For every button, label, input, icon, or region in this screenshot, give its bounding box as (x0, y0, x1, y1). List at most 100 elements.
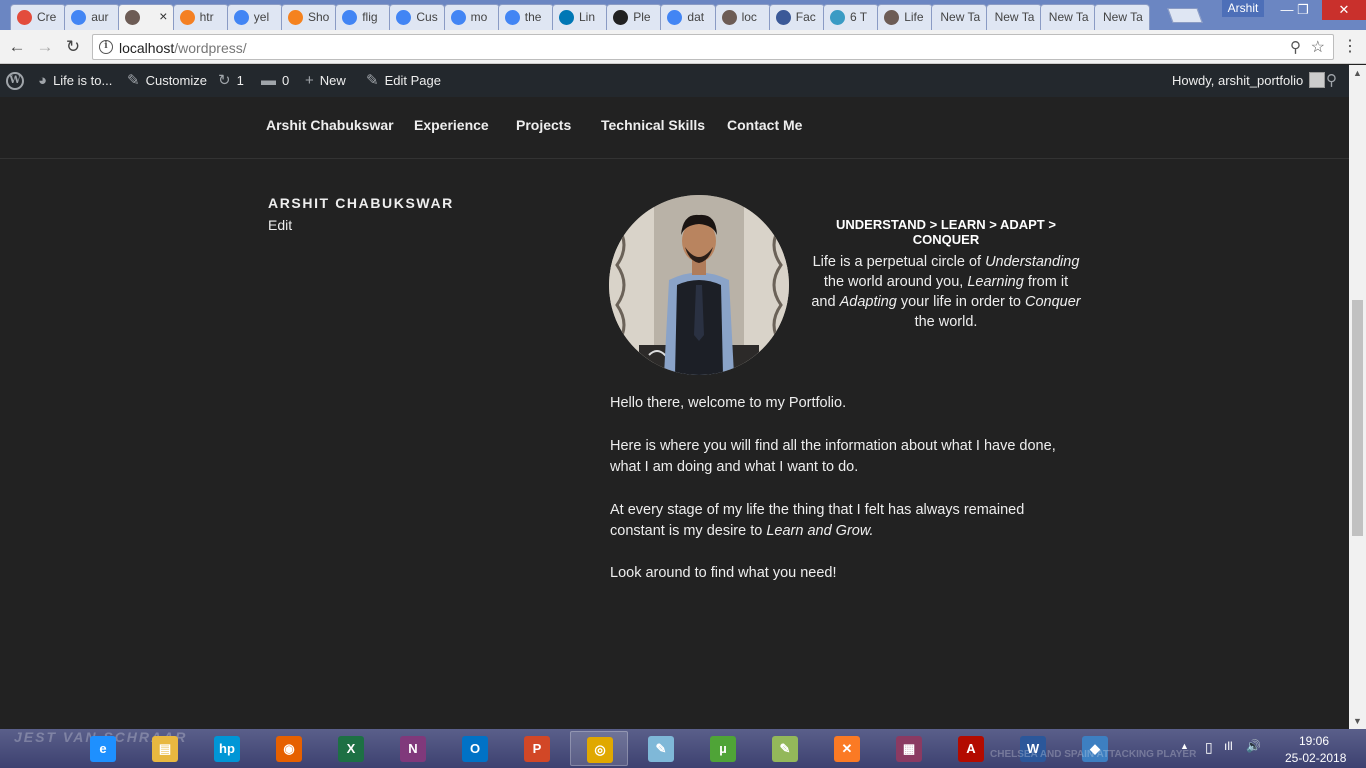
browser-tab[interactable]: 6 T (823, 4, 879, 30)
browser-tab[interactable]: Lin (552, 4, 608, 30)
bookmark-star-icon[interactable]: ☆ (1311, 37, 1325, 57)
tab-label: loc (741, 10, 757, 24)
network-icon[interactable]: ıll (1224, 739, 1233, 753)
info-icon[interactable]: i (99, 40, 113, 54)
new-tab-button[interactable] (1167, 8, 1203, 23)
tab-label: Fac (795, 10, 816, 24)
taskbar-app-notepad[interactable]: ✎ (632, 731, 690, 766)
browser-tab[interactable]: Life (877, 4, 934, 30)
nav-item-projects[interactable]: Projects (516, 117, 571, 133)
admin-bar-comments[interactable]: ▬ 0 (261, 65, 289, 97)
nav-item-contact-me[interactable]: Contact Me (727, 117, 802, 133)
plus-icon: + (305, 72, 314, 89)
address-bar[interactable]: i localhost/wordpress/ ⚲ ☆ (92, 34, 1334, 60)
site-name-label: Life is to... (53, 73, 113, 88)
admin-bar-site-name[interactable]: ◕ Life is to... (38, 65, 112, 97)
browser-tab[interactable]: the (497, 4, 554, 30)
clock-time[interactable]: 19:06 (1299, 734, 1329, 748)
browser-tab[interactable]: New Ta (931, 4, 988, 30)
window-close-icon[interactable]: ✕ (1322, 0, 1366, 20)
taskbar-app-excel[interactable]: X (322, 731, 380, 766)
browser-tab[interactable]: New Ta (1039, 4, 1096, 30)
volume-icon[interactable]: 🔊 (1246, 739, 1261, 753)
philosophy-emphasis: Adapting (839, 294, 897, 310)
browser-tab[interactable]: Fac (768, 4, 825, 30)
taskbar-app-winrar[interactable]: ▦ (880, 731, 938, 766)
url-path: /wordpress/ (174, 40, 247, 56)
acrobat-icon: A (958, 736, 984, 762)
back-arrow-icon[interactable]: ← (6, 36, 28, 58)
facebook-icon (775, 10, 791, 25)
taskbar-app-outlook[interactable]: O (446, 731, 504, 766)
page-scrollbar[interactable]: ▲ ▼ (1349, 65, 1366, 729)
taskbar-app-ie[interactable]: e (74, 731, 132, 766)
admin-bar-customize[interactable]: ✎ Customize (127, 65, 207, 97)
url-text[interactable]: localhost/wordpress/ (119, 40, 247, 56)
nav-item-experience[interactable]: Experience (414, 117, 489, 133)
stackoverflow-icon (179, 10, 195, 25)
browser-menu-icon[interactable]: ⋮ (1342, 36, 1358, 56)
reload-icon[interactable]: ↻ (62, 36, 84, 58)
browser-tab[interactable]: loc (714, 4, 771, 30)
taskbar-app-chrome[interactable]: ◎ (570, 731, 628, 766)
tab-label: Ple (633, 10, 651, 24)
tab-active[interactable]: × (118, 4, 175, 31)
scrollbar-thumb[interactable] (1352, 300, 1363, 536)
welcome-paragraph: Hello there, welcome to my Portfolio. (610, 395, 847, 411)
maximize-icon[interactable]: ❐ (1286, 0, 1320, 20)
analytics-icon (17, 10, 32, 25)
nav-item-home[interactable]: Arshit Chabukswar (266, 117, 394, 133)
clock-date[interactable]: 25-02-2018 (1285, 751, 1346, 765)
taskbar-app-firefox[interactable]: ◉ (260, 731, 318, 766)
taskbar-app-onenote[interactable]: N (384, 731, 442, 766)
tray-chevron-icon[interactable]: ▲ (1180, 741, 1189, 751)
tab-label: New Ta (940, 10, 981, 24)
taskbar-app-xampp[interactable]: ✕ (818, 731, 876, 766)
comment-icon: ▬ (261, 72, 276, 89)
profile-photo (609, 195, 789, 375)
taskbar-app-hp[interactable]: hp (198, 731, 256, 766)
nav-item-technical-skills[interactable]: Technical Skills (601, 117, 705, 133)
browser-tab[interactable]: yel (226, 4, 283, 30)
zoom-icon[interactable]: ⚲ (1290, 38, 1301, 56)
browser-tab[interactable]: mo (443, 4, 500, 30)
tab-close-icon[interactable]: × (159, 8, 167, 24)
tab-label: Cus (416, 10, 438, 24)
admin-bar-edit-page[interactable]: ✎ Edit Page (366, 65, 441, 97)
google-icon (450, 10, 466, 25)
google-icon (504, 10, 520, 25)
growth-paragraph: At every stage of my life the thing that… (610, 500, 1080, 542)
taskbar-app-powerpoint[interactable]: P (508, 731, 566, 766)
taskbar-app-utorrent[interactable]: µ (694, 731, 752, 766)
browser-tab[interactable]: Sho (281, 4, 337, 30)
browser-tab[interactable]: Ple (606, 4, 663, 30)
admin-bar-updates[interactable]: ↻ 1 (218, 65, 244, 97)
edit-link[interactable]: Edit (268, 217, 292, 233)
chrome-icon: ◎ (587, 737, 613, 763)
scroll-up-icon[interactable]: ▲ (1353, 68, 1362, 78)
tab-label: 6 T (850, 10, 868, 24)
excel-icon: X (338, 736, 364, 762)
browser-tab[interactable]: New Ta (1094, 4, 1150, 30)
xampp-icon: ✕ (834, 736, 860, 762)
scroll-down-icon[interactable]: ▼ (1353, 716, 1362, 726)
admin-bar-new[interactable]: + New (305, 65, 346, 97)
forward-arrow-icon[interactable]: → (34, 36, 56, 58)
google-icon (71, 10, 87, 25)
admin-bar-search[interactable]: ⚲ (1326, 65, 1343, 97)
browser-tab[interactable]: Cre (10, 4, 66, 30)
browser-tab[interactable]: New Ta (985, 4, 1042, 30)
taskbar-app-notepad++[interactable]: ✎ (756, 731, 814, 766)
admin-bar-account[interactable]: Howdy, arshit_portfolio (1172, 65, 1326, 97)
browser-tab[interactable]: htr (172, 4, 229, 30)
profile-button[interactable]: Arshit (1222, 0, 1264, 17)
wordpress-logo-icon[interactable]: W (6, 72, 24, 90)
tab-strip: Cre aur × htr yel Sho flig Cus mo the Lin Ple dat loc… (0, 0, 1366, 31)
browser-tab[interactable]: flig (335, 4, 392, 30)
battery-icon[interactable]: ▯ (1205, 739, 1213, 756)
taskbar-app-explorer[interactable]: ▤ (136, 731, 194, 766)
browser-tab[interactable]: dat (660, 4, 717, 30)
browser-tab[interactable]: Cus (389, 4, 446, 30)
medium-icon (830, 10, 845, 25)
browser-tab[interactable]: aur (64, 4, 121, 30)
